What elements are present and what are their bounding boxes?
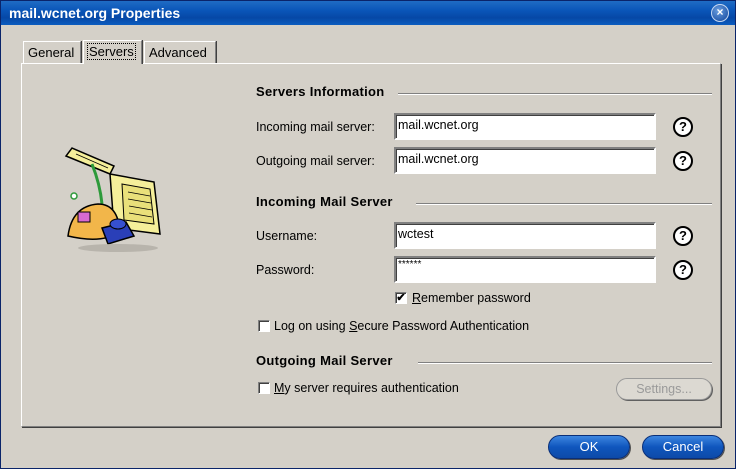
close-button[interactable]: × <box>711 4 729 22</box>
username-help-icon[interactable]: ? <box>673 226 693 246</box>
tab-servers[interactable]: Servers <box>83 40 142 64</box>
properties-dialog: mail.wcnet.org Properties × General Serv… <box>0 0 736 469</box>
remember-password-label[interactable]: Remember password <box>412 291 531 305</box>
close-icon: × <box>716 5 724 19</box>
mail-server-computer-icon <box>64 147 161 252</box>
server-requires-auth-checkbox[interactable] <box>258 382 270 394</box>
section-divider <box>416 203 712 205</box>
password-input[interactable]: ****** <box>394 256 656 283</box>
incoming-mail-server-input[interactable]: mail.wcnet.org <box>394 113 656 140</box>
password-help-icon[interactable]: ? <box>673 260 693 280</box>
cancel-button[interactable]: Cancel <box>642 435 724 459</box>
secure-password-auth-label[interactable]: Log on using Secure Password Authenticat… <box>274 319 529 333</box>
servers-information-heading: Servers Information <box>256 84 385 99</box>
settings-button[interactable]: Settings... <box>616 378 712 400</box>
password-label: Password: <box>256 263 315 277</box>
secure-password-auth-checkbox[interactable] <box>258 320 270 332</box>
incoming-mail-server-heading: Incoming Mail Server <box>256 194 393 209</box>
incoming-mail-server-label: Incoming mail server: <box>256 120 375 134</box>
tab-general[interactable]: General <box>23 41 81 64</box>
window-title: mail.wcnet.org Properties <box>9 5 181 21</box>
outgoing-mail-server-heading: Outgoing Mail Server <box>256 353 393 368</box>
outgoing-mail-server-label: Outgoing mail server: <box>256 154 375 168</box>
remember-password-checkbox[interactable]: ✔ <box>395 292 407 304</box>
incoming-server-help-icon[interactable]: ? <box>673 117 693 137</box>
title-bar: mail.wcnet.org Properties × <box>1 1 735 25</box>
ok-button[interactable]: OK <box>548 435 630 459</box>
outgoing-mail-server-input[interactable]: mail.wcnet.org <box>394 147 656 174</box>
username-label: Username: <box>256 229 318 243</box>
outgoing-server-help-icon[interactable]: ? <box>673 151 693 171</box>
tab-advanced[interactable]: Advanced <box>144 41 216 64</box>
section-divider <box>398 93 712 95</box>
username-input[interactable]: wctest <box>394 222 656 249</box>
section-divider <box>418 362 712 364</box>
servers-tab-panel: Servers Information Incoming mail server… <box>21 63 721 427</box>
server-requires-auth-label[interactable]: My server requires authentication <box>274 381 459 395</box>
